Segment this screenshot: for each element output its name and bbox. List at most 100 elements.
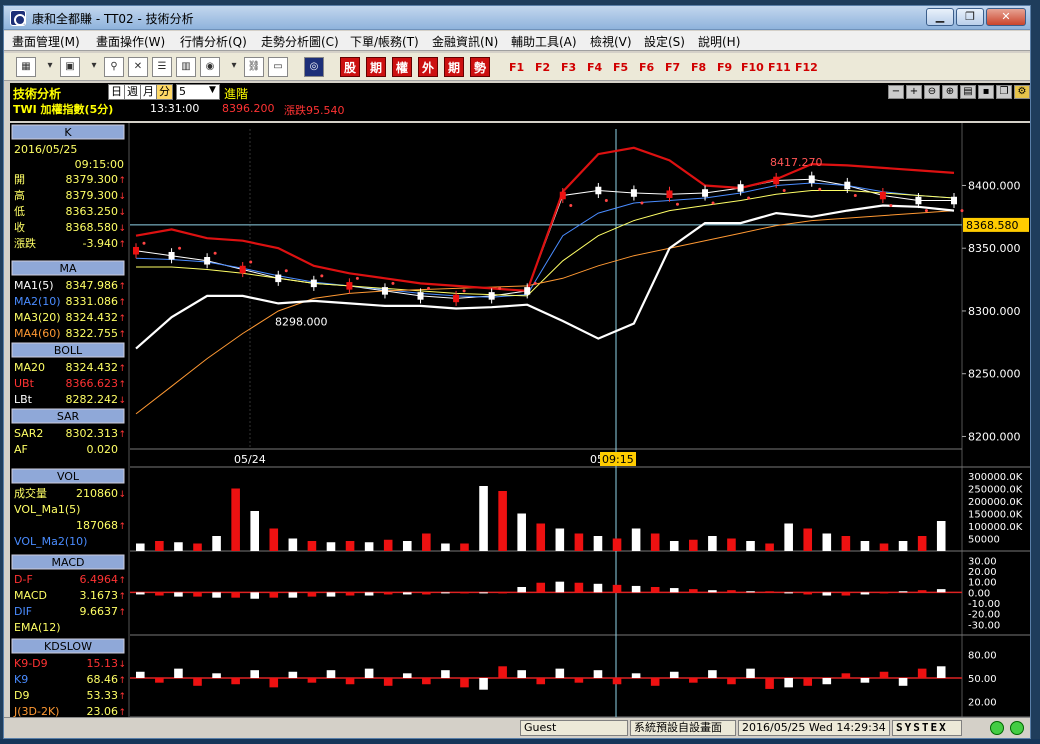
minus-icon[interactable]: − <box>888 85 904 99</box>
dropdown-arrow-icon[interactable]: ▾ <box>84 57 104 77</box>
menu-order-account[interactable]: 下單/帳務(T) <box>350 33 419 50</box>
panel-row-value: 8324.432 <box>66 311 119 324</box>
fkey-f8[interactable]: F8 <box>691 61 706 74</box>
plus-icon[interactable]: + <box>906 85 922 99</box>
volume-bar <box>612 538 622 551</box>
candle-body <box>951 196 957 205</box>
advanced-link[interactable]: 進階 <box>224 85 248 102</box>
sar-dot <box>640 201 644 205</box>
fkey-f2[interactable]: F2 <box>535 61 550 74</box>
search-icon[interactable]: ⚲ <box>104 57 124 77</box>
fkey-f7[interactable]: F7 <box>665 61 680 74</box>
systex-logo-icon[interactable]: ◎ <box>304 57 324 77</box>
symbol-name: TWI 加權指數(5分) <box>13 103 114 116</box>
fkey-f1[interactable]: F1 <box>509 61 524 74</box>
maximize-button[interactable]: ❐ <box>956 8 984 26</box>
macd-y-tick-label: 10.00 <box>968 578 997 589</box>
kd-bar <box>250 670 259 678</box>
menu-tools[interactable]: 輔助工具(A) <box>511 33 577 50</box>
period-month-button[interactable]: 月 <box>140 84 157 100</box>
trend-button[interactable]: 勢 <box>470 57 490 77</box>
window-restore-icon[interactable]: ❐ <box>996 85 1012 99</box>
macd-bar <box>936 589 946 593</box>
macd-bar <box>689 589 698 593</box>
link-icon[interactable]: ⛓ <box>244 57 264 77</box>
volume-bar <box>593 536 603 551</box>
chart-canvas[interactable]: K2016/05/2509:15:00開 8379.300 ↑高 8379.300 ↓低… <box>10 123 1030 717</box>
dropdown-arrow-icon[interactable]: ▾ <box>224 57 244 77</box>
kd-bar <box>593 670 603 678</box>
fkey-f6[interactable]: F6 <box>639 61 654 74</box>
panel-row-direction: ↑ <box>118 282 126 292</box>
panel-row-value: 68.46 <box>87 673 119 686</box>
save-icon[interactable]: ▪ <box>978 85 994 99</box>
zoom-in-icon[interactable]: ⊕ <box>942 85 958 99</box>
connection-status-icon <box>990 721 1004 735</box>
fkey-f5[interactable]: F5 <box>613 61 628 74</box>
candle-body <box>168 251 175 260</box>
chart-title: 技術分析 <box>13 87 62 101</box>
panel-row-value: -3.940 <box>83 237 118 250</box>
fkey-f12[interactable]: F12 <box>795 61 818 74</box>
tile-vertical-icon[interactable]: ☰ <box>152 57 172 77</box>
menu-screen-operate[interactable]: 畫面操作(W) <box>96 33 165 50</box>
chevron-down-icon[interactable]: ▼ <box>209 85 216 95</box>
screen-list-icon[interactable]: ▦ <box>16 57 36 77</box>
panel-row-direction: ↑ <box>118 676 126 686</box>
monitor-icon[interactable]: ▣ <box>60 57 80 77</box>
kd-bar <box>383 678 393 686</box>
period-week-button[interactable]: 週 <box>124 84 141 100</box>
title-bar[interactable]: 康和全都賺 - TT02 - 技術分析 ▁ ❐ ✕ <box>4 6 1030 30</box>
minimize-button[interactable]: ▁ <box>926 8 954 26</box>
futures2-button[interactable]: 期 <box>444 57 464 77</box>
close-window-icon[interactable]: ✕ <box>128 57 148 77</box>
panel-row-value: 8368.580 <box>66 221 119 234</box>
futures-button[interactable]: 期 <box>366 57 386 77</box>
status-bar: Guest 系統預設自設畫面 2016/05/25 Wed 14:29:34 S… <box>4 717 1030 737</box>
menu-screen-manage[interactable]: 畫面管理(M) <box>12 33 80 50</box>
dropdown-arrow-icon[interactable]: ▾ <box>40 57 60 77</box>
menu-financial-info[interactable]: 金融資訊(N) <box>432 33 498 50</box>
candle-body <box>559 191 566 200</box>
menu-settings[interactable]: 設定(S) <box>644 33 685 50</box>
panel-row-direction: ↑ <box>118 364 126 374</box>
sar-dot <box>498 286 502 290</box>
close-button[interactable]: ✕ <box>986 8 1026 26</box>
fkey-f11[interactable]: F11 <box>768 61 791 74</box>
macd-bar <box>345 592 355 596</box>
menu-market-analysis[interactable]: 行情分析(Q) <box>180 33 247 50</box>
macd-bar <box>479 592 488 594</box>
macd-bar <box>574 582 584 593</box>
window-icon[interactable]: ▭ <box>268 57 288 77</box>
chart-area[interactable]: K 2016/05/25 09:15:00 開 8379.300 ↑ 高 8379.300 ↓ 低… <box>10 123 1030 717</box>
options-button[interactable]: 權 <box>392 57 412 77</box>
period-minute-button[interactable]: 分 <box>156 84 173 100</box>
fkey-f3[interactable]: F3 <box>561 61 576 74</box>
period-day-button[interactable]: 日 <box>108 84 125 100</box>
panel-row-value: 23.06 <box>87 705 119 717</box>
candle-body <box>915 196 922 205</box>
macd-bar <box>917 590 927 593</box>
tile-horizontal-icon[interactable]: ▥ <box>176 57 196 77</box>
fkey-f10[interactable]: F10 <box>741 61 764 74</box>
k-date: 2016/05/25 <box>14 143 77 156</box>
status-brand: SYSTEX <box>892 720 962 736</box>
fkey-f9[interactable]: F9 <box>717 61 732 74</box>
layout-icon[interactable]: ▤ <box>960 85 976 99</box>
menu-help[interactable]: 說明(H) <box>698 33 740 50</box>
globe-icon[interactable]: ◉ <box>200 57 220 77</box>
zoom-out-icon[interactable]: ⊖ <box>924 85 940 99</box>
y-tick-label: 8200.000 <box>968 430 1021 443</box>
panel-row-label: D9 <box>14 689 29 702</box>
fkey-f4[interactable]: F4 <box>587 61 602 74</box>
settings-icon[interactable]: ⚙ <box>1014 85 1030 99</box>
menu-trend-chart[interactable]: 走勢分析圖(C) <box>261 33 339 50</box>
candle-body <box>417 292 424 300</box>
panel-row-value: 8363.250 <box>66 205 119 218</box>
macd-bar <box>231 592 240 598</box>
foreign-button[interactable]: 外 <box>418 57 438 77</box>
stock-button[interactable]: 股 <box>340 57 360 77</box>
macd-bar <box>460 592 469 594</box>
macd-bar <box>441 592 450 594</box>
menu-view[interactable]: 檢視(V) <box>590 33 632 50</box>
